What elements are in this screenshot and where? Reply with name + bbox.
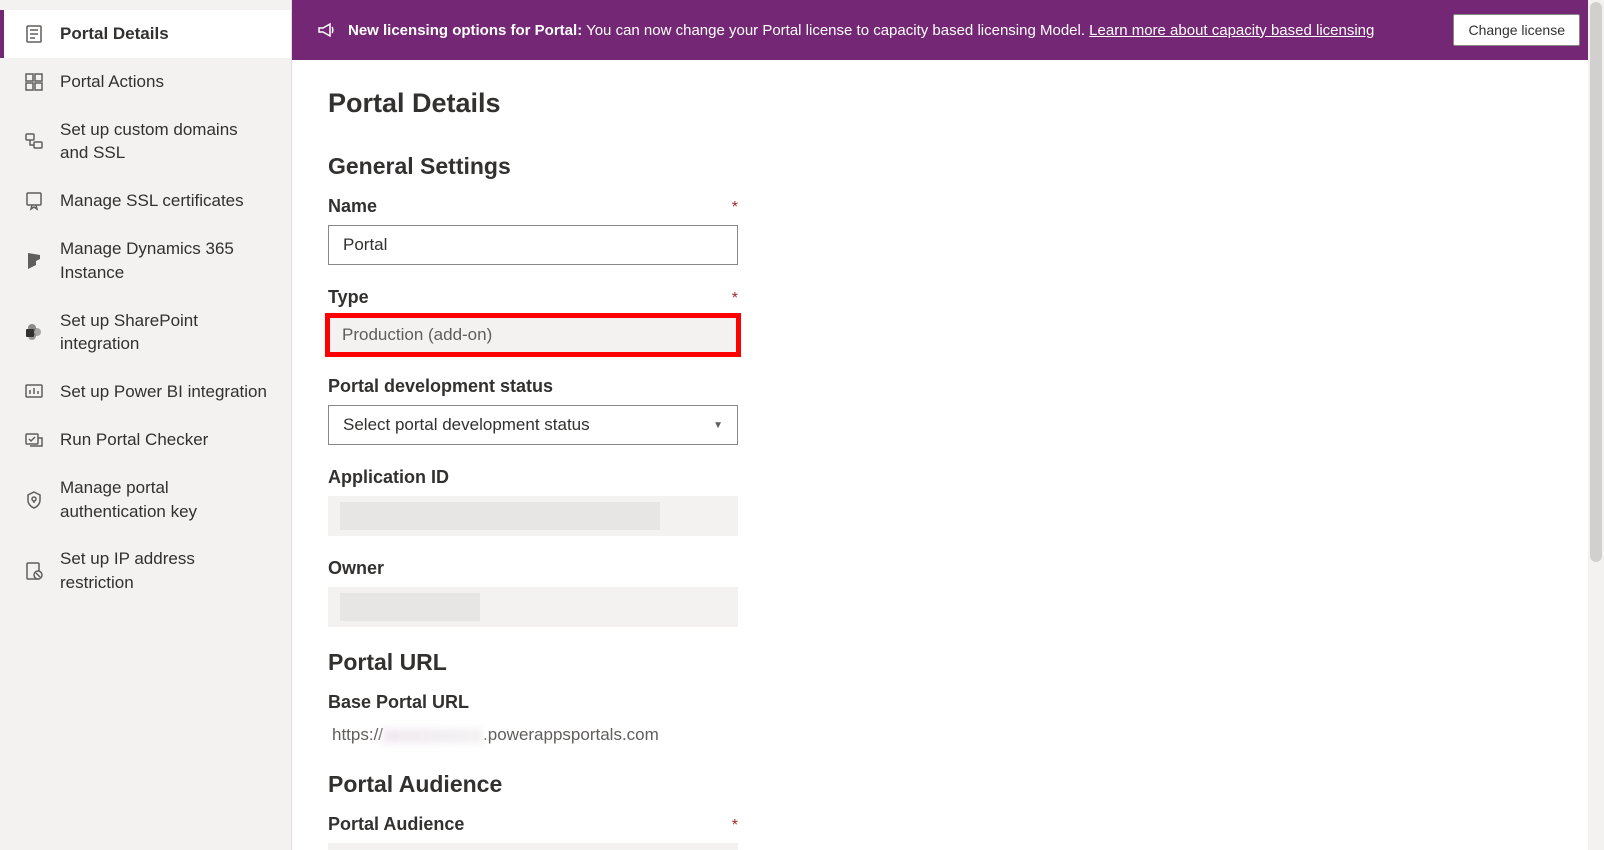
base-url-value: https:// .powerappsportals.com (328, 721, 1568, 749)
appid-label: Application ID (328, 467, 449, 488)
main-area: New licensing options for Portal: You ca… (292, 0, 1604, 850)
required-mark: * (732, 199, 738, 217)
required-mark: * (732, 290, 738, 308)
owner-value-redacted (328, 587, 738, 627)
name-label: Name (328, 196, 377, 217)
sidebar-item-label: Set up custom domains and SSL (60, 118, 267, 166)
sharepoint-icon (24, 322, 44, 342)
domains-icon (24, 131, 44, 151)
details-icon (24, 24, 44, 44)
status-field: Portal development status Select portal … (328, 376, 1568, 445)
licensing-banner: New licensing options for Portal: You ca… (292, 0, 1604, 60)
appid-field: Application ID (328, 467, 1568, 536)
page-title: Portal Details (328, 88, 1568, 119)
sidebar-item-label: Set up IP address restriction (60, 547, 267, 595)
content-area: Portal Details General Settings Name * T… (292, 60, 1604, 850)
portal-url-heading: Portal URL (328, 649, 1568, 676)
owner-field: Owner (328, 558, 1568, 627)
sidebar-item-label: Manage SSL certificates (60, 189, 267, 213)
megaphone-icon (316, 20, 336, 40)
name-field: Name * (328, 196, 1568, 265)
sidebar-item-label: Portal Actions (60, 70, 267, 94)
sidebar-item-auth-key[interactable]: Manage portal authentication key (0, 464, 291, 536)
sidebar-item-label: Manage portal authentication key (60, 476, 267, 524)
status-select[interactable]: Select portal development status ▼ (328, 405, 738, 445)
chevron-down-icon: ▼ (713, 420, 723, 431)
type-value: Production (add-on) (328, 316, 738, 354)
shield-icon (24, 490, 44, 510)
sidebar-item-ip-restriction[interactable]: Set up IP address restriction (0, 535, 291, 607)
sidebar-item-ssl-certs[interactable]: Manage SSL certificates (0, 177, 291, 225)
checker-icon (24, 430, 44, 450)
sidebar-item-label: Manage Dynamics 365 Instance (60, 237, 267, 285)
url-prefix: https:// (332, 725, 383, 744)
audience-field: Portal Audience * Customer (328, 814, 1568, 850)
sidebar-item-label: Run Portal Checker (60, 428, 267, 452)
sidebar-item-sharepoint[interactable]: Set up SharePoint integration (0, 297, 291, 369)
banner-bold: New licensing options for Portal: (348, 22, 582, 39)
base-url-field: Base Portal URL https:// .powerappsportal… (328, 692, 1568, 749)
certificate-icon (24, 191, 44, 211)
base-url-label: Base Portal URL (328, 692, 469, 713)
sidebar-item-powerbi[interactable]: Set up Power BI integration (0, 368, 291, 416)
dynamics-icon (24, 251, 44, 271)
sidebar-item-custom-domains[interactable]: Set up custom domains and SSL (0, 106, 291, 178)
appid-value-redacted (328, 496, 738, 536)
ip-restriction-icon (24, 561, 44, 581)
sidebar-item-portal-checker[interactable]: Run Portal Checker (0, 416, 291, 464)
type-field: Type * Production (add-on) (328, 287, 1568, 354)
banner-text: New licensing options for Portal: You ca… (348, 22, 1433, 39)
status-placeholder: Select portal development status (343, 415, 590, 435)
sidebar-item-dynamics-instance[interactable]: Manage Dynamics 365 Instance (0, 225, 291, 297)
url-suffix: .powerappsportals.com (483, 725, 659, 744)
sidebar-item-label: Portal Details (60, 22, 267, 46)
sidebar-item-portal-actions[interactable]: Portal Actions (0, 58, 291, 106)
audience-value: Customer (328, 843, 738, 850)
sidebar-item-label: Set up Power BI integration (60, 380, 267, 404)
actions-icon (24, 72, 44, 92)
required-mark: * (732, 817, 738, 835)
change-license-button[interactable]: Change license (1453, 14, 1580, 46)
banner-desc: You can now change your Portal license t… (582, 22, 1089, 39)
general-settings-heading: General Settings (328, 153, 1568, 180)
owner-label: Owner (328, 558, 384, 579)
audience-label: Portal Audience (328, 814, 464, 835)
powerbi-icon (24, 382, 44, 402)
sidebar-item-label: Set up SharePoint integration (60, 309, 267, 357)
scrollbar-thumb[interactable] (1590, 2, 1602, 562)
banner-learn-more-link[interactable]: Learn more about capacity based licensin… (1089, 22, 1374, 39)
status-label: Portal development status (328, 376, 553, 397)
portal-audience-heading: Portal Audience (328, 771, 1568, 798)
name-input[interactable] (328, 225, 738, 265)
type-label: Type (328, 287, 369, 308)
url-subdomain-redacted (383, 729, 483, 743)
sidebar: Portal Details Portal Actions Set up cus… (0, 0, 292, 850)
vertical-scrollbar[interactable] (1588, 0, 1604, 850)
sidebar-item-portal-details[interactable]: Portal Details (0, 10, 291, 58)
